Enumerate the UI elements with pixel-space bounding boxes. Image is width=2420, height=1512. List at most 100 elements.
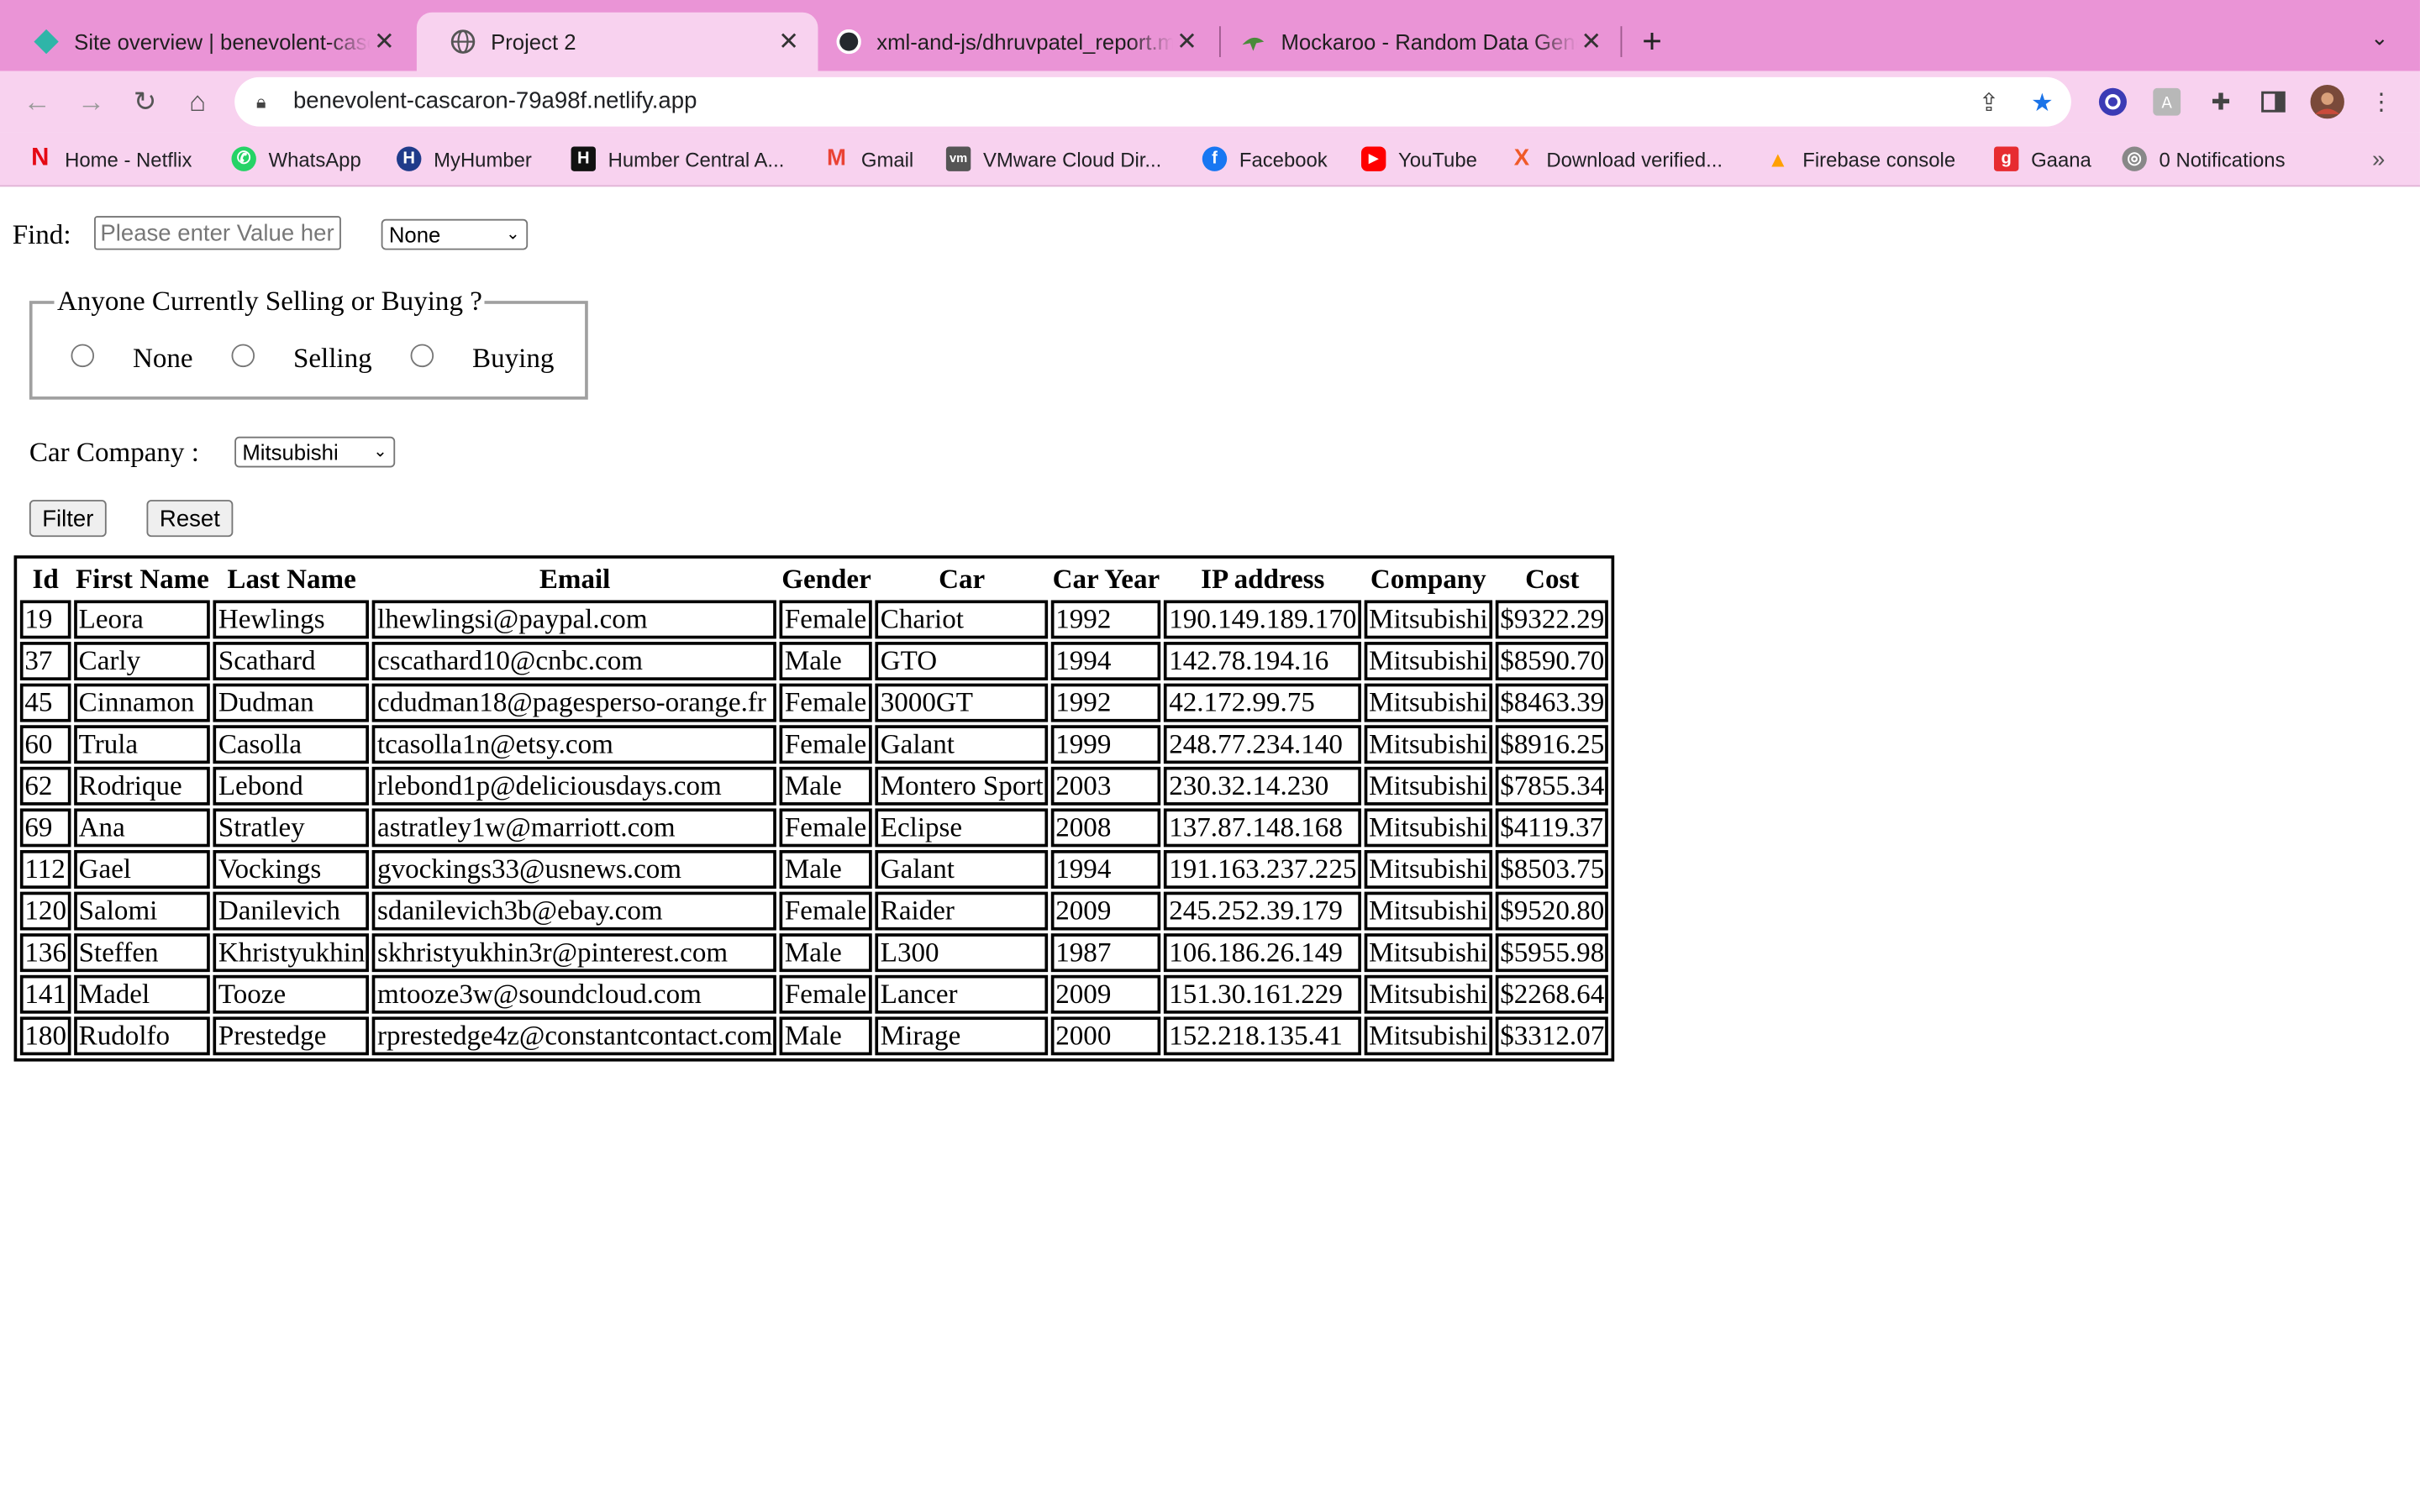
cell-ip-address: 245.252.39.179 <box>1164 891 1361 931</box>
bookmark-facebook[interactable]: f Facebook <box>1202 145 1328 173</box>
cell-id: 112 <box>19 850 71 889</box>
cell-last-name: Khristyukhin <box>213 933 370 973</box>
radio-none[interactable] <box>71 344 95 368</box>
cell-last-name: Lebond <box>213 766 370 806</box>
humber-icon: H <box>397 146 422 171</box>
close-icon[interactable]: ✕ <box>1577 26 1605 57</box>
close-icon[interactable]: ✕ <box>1173 26 1201 57</box>
cell-id: 19 <box>19 600 71 639</box>
tab-mockaroo[interactable]: Mockaroo - Random Data Generator ✕ <box>1207 13 1620 71</box>
extension-grey-icon[interactable]: A <box>2150 85 2184 118</box>
cell-company: Mitsubishi <box>1364 683 1493 722</box>
find-field-select[interactable]: None ⌄ <box>381 218 529 250</box>
filter-button[interactable]: Filter <box>29 500 107 538</box>
cell-car-year: 1994 <box>1050 642 1162 680</box>
cell-company: Mitsubishi <box>1364 933 1493 973</box>
tab-divider <box>1620 26 1623 57</box>
netlify-diamond-icon <box>34 29 59 55</box>
tab-title: xml-and-js/dhruvpatel_report.md <box>876 29 1173 55</box>
cell-cost: $8503.75 <box>1495 850 1609 889</box>
bookmark-humber-central[interactable]: H Humber Central A... <box>571 145 784 173</box>
side-panel-icon[interactable] <box>2256 85 2290 118</box>
bookmark-label: YouTube <box>1398 147 1477 171</box>
cell-id: 60 <box>19 725 71 764</box>
extensions-puzzle-icon[interactable]: ✚ <box>2204 85 2238 118</box>
reload-icon[interactable]: ↻ <box>127 83 164 120</box>
cell-first-name: Rodrique <box>74 766 211 806</box>
tab-strip: Site overview | benevolent-cascaron-79a9… <box>0 0 2420 71</box>
column-header-first-name: First Name <box>75 563 209 595</box>
bookmark-label: MyHumber <box>434 147 532 171</box>
bookmark-star-icon[interactable]: ★ <box>2031 88 2053 119</box>
bookmark-youtube[interactable]: ▶ YouTube <box>1360 145 1477 173</box>
cell-gender: Male <box>780 850 873 889</box>
cell-gender: Female <box>780 891 873 931</box>
cell-email: mtooze3w@soundcloud.com <box>372 974 777 1014</box>
cell-cost: $2268.64 <box>1495 974 1609 1014</box>
table-row: 120 Salomi Danilevich sdanilevich3b@ebay.co… <box>19 891 1609 931</box>
reset-button[interactable]: Reset <box>146 500 234 538</box>
home-icon[interactable]: ⌂ <box>179 83 216 120</box>
cell-last-name: Scathard <box>213 642 370 680</box>
column-header-last-name: Last Name <box>227 563 356 595</box>
bookmark-notifications[interactable]: ◎ 0 Notifications <box>2122 145 2286 173</box>
close-icon[interactable]: ✕ <box>775 26 802 57</box>
cell-last-name: Vockings <box>213 850 370 889</box>
close-icon[interactable]: ✕ <box>371 26 398 57</box>
car-company-select[interactable]: Mitsubishi ⌄ <box>234 436 396 468</box>
cell-cost: $9520.80 <box>1495 891 1609 931</box>
new-tab-button[interactable]: + <box>1642 22 1662 62</box>
cell-car: GTO <box>876 642 1049 680</box>
bookmark-label: Gmail <box>860 147 914 171</box>
column-header-gender: Gender <box>781 563 871 595</box>
bookmarks-bar: N Home - Netflix ✆ WhatsApp H MyHumber H Hum… <box>0 132 2420 187</box>
share-icon[interactable]: ⇪ <box>1979 88 2000 119</box>
humber-central-icon: H <box>571 146 596 171</box>
bookmark-myhumber[interactable]: H MyHumber <box>397 145 532 173</box>
forward-arrow-icon[interactable]: → <box>72 83 109 120</box>
cell-car: L300 <box>876 933 1049 973</box>
bookmark-label: Firebase console <box>1802 147 1956 171</box>
extension-circle-icon[interactable] <box>2096 85 2129 118</box>
profile-avatar-icon[interactable] <box>2310 85 2344 119</box>
cell-ip-address: 106.186.26.149 <box>1164 933 1361 973</box>
address-bar[interactable]: 🔒︎ benevolent-cascaron-79a98f.netlify.ap… <box>234 76 2071 127</box>
bookmark-label: Gaana <box>2031 147 2091 171</box>
cell-car-year: 1994 <box>1050 850 1162 889</box>
cell-last-name: Dudman <box>213 683 370 722</box>
bookmark-firebase[interactable]: ▲ Firebase console <box>1765 145 1955 173</box>
cell-company: Mitsubishi <box>1364 1016 1493 1056</box>
lock-icon[interactable]: 🔒︎ <box>256 91 266 114</box>
fieldset-legend: Anyone Currently Selling or Buying ? <box>56 285 482 317</box>
url-text[interactable]: benevolent-cascaron-79a98f.netlify.app <box>293 88 697 114</box>
cell-id: 62 <box>19 766 71 806</box>
cell-ip-address: 151.30.161.229 <box>1164 974 1361 1014</box>
cell-id: 120 <box>19 891 71 931</box>
tab-site-overview[interactable]: Site overview | benevolent-cascaron-79a9… <box>0 13 413 71</box>
kebab-menu-icon[interactable]: ⋮ <box>2365 85 2398 118</box>
tab-project-2[interactable]: Project 2 ✕ <box>416 12 818 71</box>
bookmark-whatsapp[interactable]: ✆ WhatsApp <box>231 145 361 173</box>
radio-selling[interactable] <box>231 344 255 368</box>
cell-cost: $3312.07 <box>1495 1016 1609 1056</box>
bookmark-gmail[interactable]: M Gmail <box>824 145 913 173</box>
bookmark-download-verified[interactable]: X Download verified... <box>1509 145 1723 173</box>
bookmark-netflix[interactable]: N Home - Netflix <box>28 145 192 173</box>
tab-github-report[interactable]: xml-and-js/dhruvpatel_report.md ✕ <box>802 13 1216 71</box>
cell-gender: Male <box>780 766 873 806</box>
table-row: 69 Ana Stratley astratley1w@marriott.com Fem… <box>19 808 1609 848</box>
bookmark-vmware[interactable]: vm VMware Cloud Dir... <box>945 145 1161 173</box>
tab-search-chevron-icon[interactable]: ⌄ <box>2370 24 2389 50</box>
cell-company: Mitsubishi <box>1364 974 1493 1014</box>
table-row: 19 Leora Hewlings lhewlingsi@paypal.com Fema… <box>19 600 1609 639</box>
chevron-down-icon: ⌄ <box>373 443 388 462</box>
github-icon <box>836 29 861 55</box>
find-input[interactable] <box>94 216 341 250</box>
svg-text:A: A <box>2161 95 2172 113</box>
back-arrow-icon[interactable]: ← <box>18 83 55 120</box>
bookmark-gaana[interactable]: g Gaana <box>1994 145 2091 173</box>
facebook-icon: f <box>1202 146 1228 171</box>
radio-buying[interactable] <box>410 344 434 368</box>
bookmarks-overflow-chevron-icon[interactable]: » <box>2372 145 2385 173</box>
gmail-icon: M <box>827 144 846 171</box>
